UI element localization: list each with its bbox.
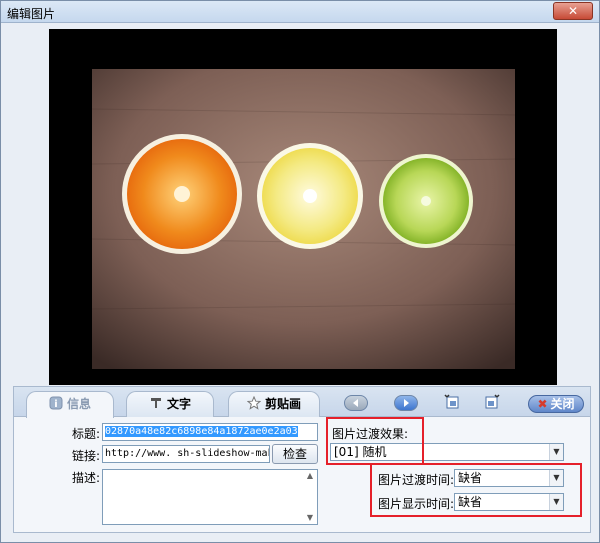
- description-label: 描述:: [72, 471, 101, 485]
- x-icon: ✖: [537, 397, 548, 411]
- panel-close-button[interactable]: ✖ 关闭: [528, 395, 584, 413]
- preview-photo: [92, 69, 515, 369]
- title-bar: 编辑图片 ✕: [1, 1, 599, 23]
- citrus-photo: [92, 69, 515, 369]
- rotate-right-icon[interactable]: [482, 393, 500, 411]
- tab-clipart[interactable]: 剪贴画: [228, 391, 320, 417]
- edit-panel: i 信息 文字 剪贴画 ✖ 关闭 标题: 02870a48e82c6898e84…: [13, 386, 591, 533]
- previous-button[interactable]: [344, 395, 368, 411]
- title-label: 标题:: [72, 427, 101, 441]
- panel-close-label: 关闭: [550, 397, 575, 411]
- highlight-box-timing: [370, 463, 582, 517]
- link-label: 链接:: [72, 449, 101, 463]
- scroll-up-icon[interactable]: ▲: [303, 470, 317, 482]
- title-input[interactable]: 02870a48e82c6898e84a1872ae0e2a03: [102, 423, 318, 441]
- window-close-button[interactable]: ✕: [553, 2, 593, 20]
- chevron-down-icon: ▼: [549, 444, 563, 460]
- image-preview: [49, 29, 557, 385]
- star-icon: [246, 396, 261, 410]
- description-textarea[interactable]: ▲ ▼: [102, 469, 318, 525]
- tab-bar: i 信息 文字 剪贴画 ✖ 关闭: [14, 387, 590, 418]
- tab-clipart-label: 剪贴画: [264, 397, 301, 411]
- text-icon: [150, 398, 161, 408]
- tab-text-label: 文字: [166, 397, 191, 411]
- edit-image-window: 编辑图片 ✕ i 信息 文字 剪贴画 ✖ 关闭 标题: 02870a48e82c…: [0, 0, 600, 543]
- previous-icon: [353, 399, 358, 407]
- tab-text[interactable]: 文字: [126, 391, 214, 417]
- title-input-value: 02870a48e82c6898e84a1872ae0e2a03: [105, 426, 298, 437]
- next-icon: [404, 399, 409, 407]
- tab-info-label: 信息: [66, 397, 91, 411]
- svg-text:i: i: [54, 399, 57, 410]
- highlight-box-effect: [326, 417, 424, 465]
- scroll-down-icon[interactable]: ▼: [303, 512, 317, 524]
- window-title: 编辑图片: [7, 7, 56, 21]
- tab-info[interactable]: i 信息: [26, 391, 114, 418]
- link-input[interactable]: http://www. sh-slideshow-maker.: [102, 445, 270, 463]
- info-icon: i: [49, 396, 63, 410]
- rotate-left-icon[interactable]: [444, 393, 462, 411]
- next-button[interactable]: [394, 395, 418, 411]
- check-button[interactable]: 检查: [272, 444, 318, 464]
